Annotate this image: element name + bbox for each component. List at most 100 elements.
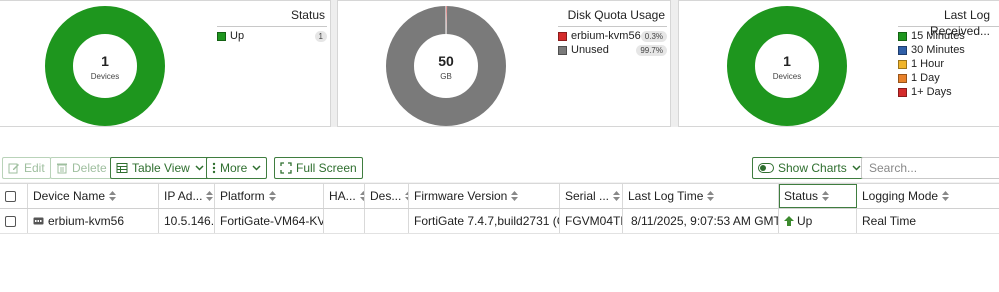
serial-cell: FGVM04TM — [560, 209, 623, 233]
column-label: Logging Mode — [862, 189, 939, 203]
table-icon — [116, 162, 128, 174]
last-log-time-cell: 8/11/2025, 9:07:53 AM GMT — [623, 209, 779, 233]
expand-icon — [280, 162, 292, 174]
disk-donut-chart: 50 GB — [384, 4, 508, 126]
edit-button-label: Edit — [24, 161, 45, 175]
disk-donut-unit: GB — [440, 72, 452, 81]
status-donut-chart: 1 Devices — [43, 4, 167, 126]
column-label: Platform — [220, 189, 265, 203]
sort-icon — [707, 191, 715, 201]
serial-number: FGVM04TM — [565, 214, 622, 228]
column-header-logging-mode[interactable]: Logging Mode — [857, 184, 999, 208]
column-header-last-log-time[interactable]: Last Log Time — [623, 184, 779, 208]
platform-cell: FortiGate-VM64-KVM — [215, 209, 324, 233]
device-name-cell[interactable]: erbium-kvm56 — [28, 209, 159, 233]
column-header-serial-number[interactable]: Serial ... — [560, 184, 623, 208]
legend-item-1-hour[interactable]: 1 Hour 0 — [898, 57, 999, 71]
sort-icon — [206, 191, 214, 201]
status-value: Up — [797, 214, 813, 228]
column-label: IP Ad... — [164, 189, 203, 203]
show-charts-label: Show Charts — [778, 161, 847, 175]
legend-label: erbium-kvm56 — [571, 30, 641, 42]
legend-item-15-minutes[interactable]: 15 Minutes 1 — [898, 29, 999, 43]
chevron-down-icon — [252, 165, 261, 171]
full-screen-button[interactable]: Full Screen — [274, 157, 363, 179]
firmware-cell: FortiGate 7.4.7,build2731 (GA) — [409, 209, 560, 233]
column-label: Firmware Version — [414, 189, 508, 203]
legend-swatch — [898, 73, 907, 83]
column-label: Device Name — [33, 189, 106, 203]
column-header-firmware-version[interactable]: Firmware Version — [409, 184, 560, 208]
legend-item-unused[interactable]: Unused 99.7% — [558, 43, 667, 57]
column-header-device-name[interactable]: Device Name — [28, 184, 159, 208]
select-all-cell — [0, 184, 28, 208]
column-header-ha[interactable]: HA... — [324, 184, 365, 208]
more-dropdown[interactable]: More — [206, 157, 268, 179]
more-label: More — [220, 161, 248, 175]
select-all-checkbox[interactable] — [5, 190, 16, 202]
ip-address-cell: 10.5.146.1 — [159, 209, 215, 233]
column-label: HA... — [329, 189, 356, 203]
lastlog-donut-unit: Devices — [773, 72, 801, 81]
logging-mode-cell: Real Time — [857, 209, 999, 233]
chevron-down-icon — [195, 165, 204, 171]
table-empty-area — [0, 234, 999, 292]
spacer — [0, 127, 999, 152]
lastlog-legend: Last Log Received... 15 Minutes 1 30 Min… — [898, 7, 999, 99]
column-label: Des... — [370, 189, 402, 203]
edit-icon — [8, 162, 20, 174]
sort-icon — [942, 191, 950, 201]
legend-item-up[interactable]: Up 1 — [217, 29, 327, 43]
trash-icon — [56, 162, 68, 174]
legend-swatch — [898, 87, 907, 97]
lastlog-donut-chart: 1 Devices — [725, 4, 849, 126]
last-log-received-card: 1 Devices Last Log Received... 15 Minute… — [678, 0, 999, 127]
legend-item-30-minutes[interactable]: 30 Minutes 0 — [898, 43, 999, 57]
legend-item-1-plus-days[interactable]: 1+ Days 0 — [898, 85, 999, 99]
sort-icon — [109, 191, 117, 201]
description-cell — [365, 209, 409, 233]
show-charts-dropdown[interactable]: Show Charts — [752, 157, 867, 179]
row-checkbox[interactable] — [5, 215, 16, 227]
lastlog-donut-value: 1 — [783, 53, 791, 69]
search-input[interactable] — [861, 157, 999, 179]
status-cell: Up — [779, 209, 857, 233]
legend-label: 1+ Days — [911, 86, 952, 98]
row-select-cell — [0, 209, 28, 233]
arrow-up-icon — [784, 216, 794, 226]
legend-divider — [217, 26, 327, 27]
sort-icon — [822, 191, 830, 201]
status-legend-title: Status — [290, 8, 325, 22]
column-header-ip-address[interactable]: IP Ad... — [159, 184, 215, 208]
legend-swatch — [898, 59, 907, 69]
ip-address: 10.5.146.1 — [164, 214, 215, 228]
legend-item-erbium-kvm56[interactable]: erbium-kvm56 0.3% — [558, 29, 667, 43]
edit-button[interactable]: Edit — [2, 157, 51, 179]
disk-quota-card: 50 GB Disk Quota Usage erbium-kvm56 0.3%… — [337, 0, 671, 127]
legend-swatch — [217, 31, 226, 41]
full-screen-label: Full Screen — [296, 161, 357, 175]
column-header-status[interactable]: Status — [779, 184, 857, 208]
legend-percent-badge: 0.3% — [640, 31, 667, 42]
device-table: Device Name IP Ad... Platform HA... Des.… — [0, 183, 999, 234]
legend-label: 30 Minutes — [911, 44, 965, 56]
device-name: erbium-kvm56 — [48, 214, 125, 228]
legend-swatch — [898, 45, 907, 55]
column-header-platform[interactable]: Platform — [215, 184, 324, 208]
sort-icon — [511, 191, 519, 201]
sort-icon — [268, 191, 276, 201]
legend-label: Unused — [571, 44, 609, 56]
toggle-icon — [758, 163, 774, 173]
vertical-ellipsis-icon — [212, 162, 216, 174]
legend-swatch — [558, 31, 567, 41]
status-card: 1 Devices Status Up 1 — [0, 0, 331, 127]
platform: FortiGate-VM64-KVM — [220, 214, 324, 228]
column-label: Status — [784, 189, 819, 203]
table-view-dropdown[interactable]: Table View — [110, 157, 210, 179]
delete-button[interactable]: Delete — [50, 157, 113, 179]
table-row[interactable]: erbium-kvm56 10.5.146.1 FortiGate-VM64-K… — [0, 209, 999, 234]
legend-item-1-day[interactable]: 1 Day 0 — [898, 71, 999, 85]
chevron-down-icon — [852, 165, 861, 171]
legend-label: 1 Day — [911, 72, 940, 84]
column-header-description[interactable]: Des... — [365, 184, 409, 208]
